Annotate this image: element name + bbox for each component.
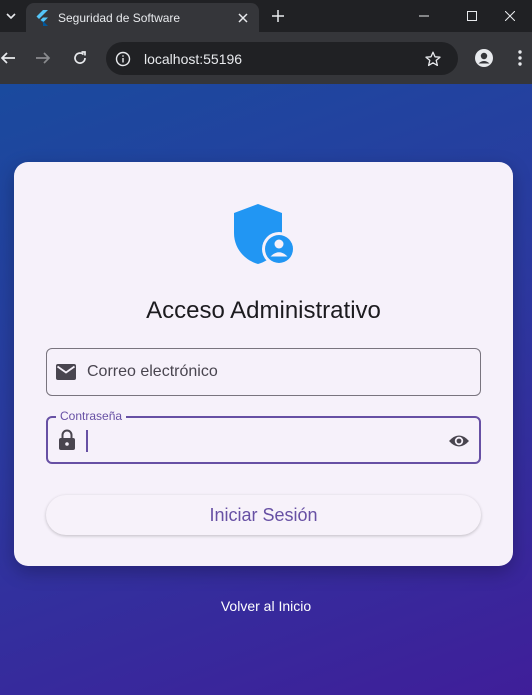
url-text: localhost:55196 bbox=[144, 51, 243, 67]
back-to-home-link[interactable]: Volver al Inicio bbox=[0, 598, 532, 614]
forward-arrow-icon[interactable] bbox=[31, 46, 55, 70]
admin-shield-icon bbox=[232, 202, 296, 268]
back-arrow-icon[interactable] bbox=[0, 46, 20, 70]
flutter-favicon-icon bbox=[34, 9, 50, 26]
minimize-icon[interactable] bbox=[402, 0, 446, 32]
reload-icon[interactable] bbox=[68, 46, 92, 70]
close-window-icon[interactable] bbox=[488, 0, 532, 32]
login-button[interactable]: Iniciar Sesión bbox=[46, 495, 481, 535]
login-card: Acceso Administrativo Correo electrónico… bbox=[14, 162, 513, 566]
page-title: Acceso Administrativo bbox=[146, 297, 381, 324]
star-icon[interactable] bbox=[423, 49, 443, 69]
tab-title: Seguridad de Software bbox=[58, 10, 181, 25]
browser-tab-bar: Seguridad de Software bbox=[0, 0, 532, 32]
page-background: Acceso Administrativo Correo electrónico… bbox=[0, 84, 532, 695]
browser-tab[interactable]: Seguridad de Software bbox=[26, 3, 259, 32]
password-field[interactable]: Contraseña bbox=[46, 409, 481, 464]
more-vert-icon[interactable] bbox=[512, 46, 528, 70]
password-label: Contraseña bbox=[56, 409, 127, 423]
site-info-icon[interactable] bbox=[114, 50, 132, 68]
address-bar[interactable]: localhost:55196 bbox=[106, 42, 458, 75]
lock-icon bbox=[56, 429, 78, 451]
tab-list-icon[interactable] bbox=[0, 4, 22, 28]
email-field[interactable]: Correo electrónico bbox=[46, 348, 481, 396]
text-cursor bbox=[86, 430, 88, 452]
plus-icon[interactable] bbox=[268, 6, 288, 26]
browser-toolbar: localhost:55196 bbox=[0, 32, 532, 84]
close-icon[interactable] bbox=[235, 10, 251, 26]
visibility-icon[interactable] bbox=[447, 430, 471, 452]
profile-icon[interactable] bbox=[473, 47, 495, 69]
mail-icon bbox=[55, 361, 77, 383]
email-placeholder: Correo electrónico bbox=[87, 363, 218, 380]
